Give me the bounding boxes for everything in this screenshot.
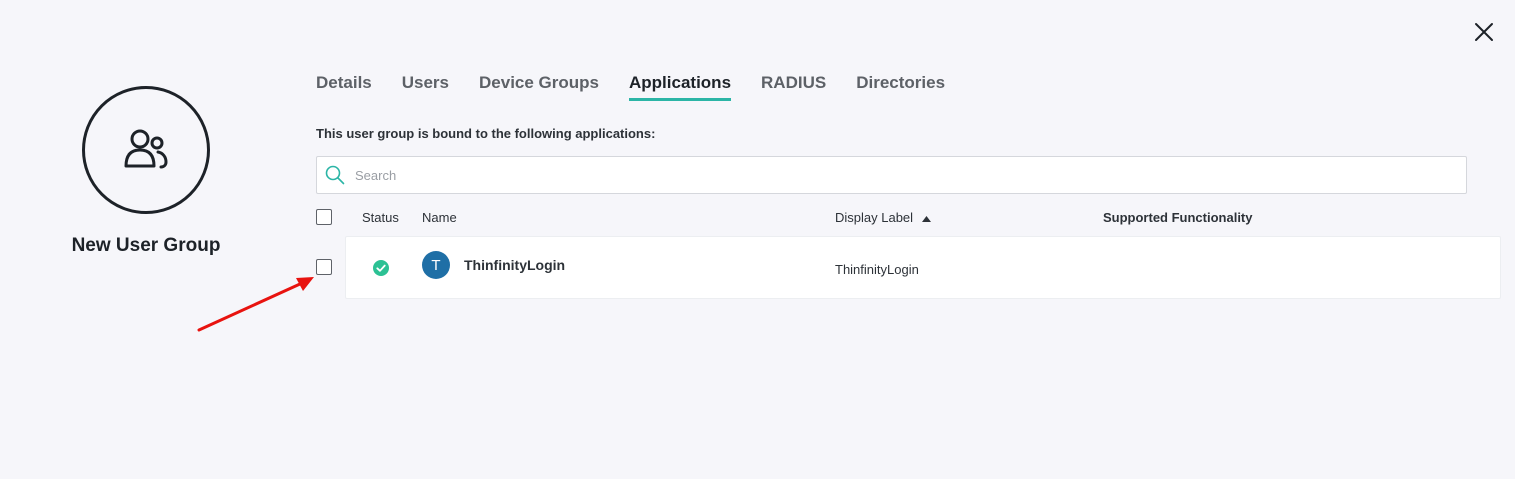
app-avatar: T bbox=[422, 251, 450, 279]
tab-users[interactable]: Users bbox=[402, 73, 449, 101]
column-header-status[interactable]: Status bbox=[362, 210, 399, 225]
close-button[interactable] bbox=[1470, 18, 1498, 46]
tab-details[interactable]: Details bbox=[316, 73, 372, 101]
search-icon bbox=[325, 165, 345, 185]
app-name[interactable]: ThinfinityLogin bbox=[464, 257, 565, 273]
column-header-name[interactable]: Name bbox=[422, 210, 457, 225]
row-checkbox[interactable] bbox=[316, 259, 332, 275]
tab-applications[interactable]: Applications bbox=[629, 73, 732, 101]
column-header-display-label[interactable]: Display Label bbox=[835, 210, 931, 225]
status-ok-icon bbox=[373, 260, 389, 276]
tab-bar: Details Users Device Groups Applications… bbox=[316, 73, 975, 101]
column-header-display-label-text: Display Label bbox=[835, 210, 914, 225]
users-group-icon bbox=[124, 129, 168, 169]
column-header-supported-functionality[interactable]: Supported Functionality bbox=[1103, 210, 1253, 225]
tab-radius[interactable]: RADIUS bbox=[761, 73, 826, 101]
select-all-checkbox[interactable] bbox=[316, 209, 332, 225]
group-name: New User Group bbox=[71, 235, 221, 256]
sort-ascending-icon bbox=[921, 215, 931, 222]
tab-device-groups[interactable]: Device Groups bbox=[479, 73, 599, 101]
search-input[interactable] bbox=[355, 167, 1355, 183]
close-icon bbox=[1475, 23, 1493, 41]
group-summary: New User Group bbox=[40, 86, 252, 257]
group-avatar bbox=[82, 86, 210, 214]
tab-directories[interactable]: Directories bbox=[856, 73, 945, 101]
app-display-label: ThinfinityLogin bbox=[835, 262, 919, 277]
table-row[interactable]: T ThinfinityLogin ThinfinityLogin bbox=[345, 236, 1501, 299]
section-description: This user group is bound to the followin… bbox=[316, 126, 656, 141]
search-box bbox=[316, 156, 1467, 194]
table-header: Status Name Display Label Supported Func… bbox=[0, 208, 1515, 228]
